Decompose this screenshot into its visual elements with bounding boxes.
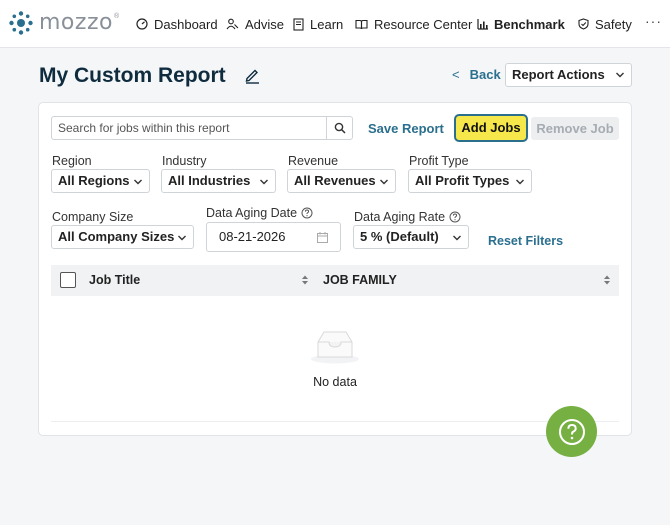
chevron-down-icon [178,235,186,241]
nav-item-advise[interactable]: Advise [226,14,284,34]
job-search-input[interactable] [52,117,326,139]
chevron-down-icon [616,72,624,78]
profit-type-filter-label: Profit Type [409,154,469,168]
industry-select[interactable]: All Industries [161,169,276,193]
book-icon [293,17,304,31]
revenue-filter-label: Revenue [288,154,339,168]
reset-filters-link[interactable]: Reset Filters [488,234,563,248]
nav-item-learn[interactable]: Learn [293,14,343,34]
back-button[interactable]: < Back [452,67,501,82]
report-actions-dropdown[interactable]: Report Actions [505,63,632,87]
save-report-button[interactable]: Save Report [368,121,444,136]
sort-icon[interactable] [301,274,309,286]
logo-text: mozzo [39,10,113,35]
nav-label: Resource Center [374,16,473,32]
nav-item-resource-center[interactable]: Resource Center [355,14,472,34]
region-filter-label: Region [52,154,92,168]
nav-label: Learn [310,16,344,32]
logo-registered-mark: ® [113,13,120,20]
logo-mark-icon [9,11,33,35]
nav-label: Safety [595,16,632,32]
chevron-down-icon [260,179,268,185]
empty-inbox-icon [311,331,359,364]
industry-filter-label: Industry [162,154,207,168]
remove-job-button[interactable]: Remove Job [531,117,619,140]
chevron-down-icon [453,235,461,241]
data-aging-rate-select[interactable]: 5 % (Default) [353,225,469,249]
search-icon [334,122,346,134]
empty-state-text: No data [313,375,357,389]
data-aging-date-value: 08-21-2026 [219,229,286,244]
revenue-select[interactable]: All Revenues [287,169,396,193]
column-header-job-family[interactable]: JOB FAMILY [323,273,397,287]
report-actions-label: Report Actions [512,67,605,82]
data-aging-rate-select-value: 5 % (Default) [360,229,439,244]
company-size-filter-label: Company Size [52,210,134,224]
data-aging-date-input[interactable]: 08-21-2026 [206,222,341,252]
region-select[interactable]: All Regions [51,169,150,193]
data-aging-rate-label-group: Data Aging Rate [354,210,461,224]
select-all-checkbox[interactable] [60,272,76,288]
more-menu-icon[interactable]: ··· [645,13,662,29]
question-circle-icon [558,418,585,445]
chevron-down-icon [516,179,524,185]
nav-label: Dashboard [154,16,218,32]
question-circle-icon[interactable] [301,207,313,219]
open-book-icon [355,19,368,29]
mozzo-logo[interactable]: mozzo ® [8,10,119,36]
sort-icon[interactable] [603,274,611,286]
nav-label: Advise [245,16,285,32]
company-size-select[interactable]: All Company Sizes [51,225,194,249]
calendar-icon [317,232,328,243]
add-jobs-button[interactable]: Add Jobs [454,114,528,142]
chevron-down-icon [134,179,142,185]
profit-type-select-value: All Profit Types [415,173,510,188]
shield-icon [578,18,589,30]
top-navigation: mozzo ® Dashboard Advise Learn Resource … [0,0,670,48]
search-button[interactable] [326,117,352,139]
job-search [51,116,353,140]
data-aging-date-label: Data Aging Date [206,206,298,220]
column-header-job-title[interactable]: Job Title [89,273,140,287]
page-title: My Custom Report [39,64,226,87]
nav-item-safety[interactable]: Safety [578,14,632,34]
gauge-icon [136,18,148,30]
company-size-select-value: All Company Sizes [58,229,175,244]
chevron-down-icon [380,179,388,185]
divider [51,421,619,422]
table-header: Job Title JOB FAMILY [51,265,619,296]
bar-chart-icon [477,18,488,30]
industry-select-value: All Industries [168,173,251,188]
revenue-select-value: All Revenues [294,173,376,188]
nav-item-dashboard[interactable]: Dashboard [136,14,218,34]
chevron-left-icon: < [452,67,460,82]
region-select-value: All Regions [58,173,130,188]
back-label: Back [469,67,501,82]
data-aging-rate-label: Data Aging Rate [354,210,446,224]
profit-type-select[interactable]: All Profit Types [408,169,532,193]
people-icon [226,18,239,30]
question-circle-icon[interactable] [449,211,461,223]
nav-item-benchmark[interactable]: Benchmark [477,14,565,34]
help-button[interactable] [546,406,597,457]
data-aging-date-label-group: Data Aging Date [206,206,313,220]
pencil-edit-icon[interactable] [244,66,260,84]
nav-label: Benchmark [494,16,565,32]
